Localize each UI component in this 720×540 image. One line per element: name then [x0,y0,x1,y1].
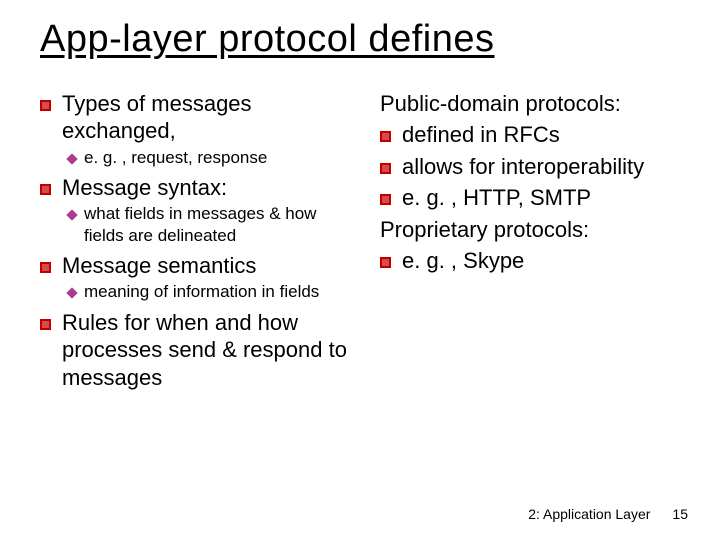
left-column: Types of messages exchanged, e. g. , req… [40,86,352,394]
list-item-text: defined in RFCs [402,121,692,149]
square-bullet-icon [40,90,62,145]
list-item-text: Message syntax: [62,174,352,202]
list-item: e. g. , HTTP, SMTP [380,184,692,212]
sublist-item-text: meaning of information in fields [84,281,352,302]
square-bullet-icon [380,247,402,275]
diamond-bullet-icon [66,203,84,246]
sublist-item-text: what fields in messages & how fields are… [84,203,352,246]
diamond-bullet-icon [66,281,84,302]
section-heading: Proprietary protocols: [380,216,692,244]
list-item-text: Rules for when and how processes send & … [62,309,352,392]
list-item-text: Types of messages exchanged, [62,90,352,145]
section-heading: Public-domain protocols: [380,90,692,118]
list-item-text: allows for interoperability [402,153,692,181]
square-bullet-icon [40,252,62,280]
slide-title: App-layer protocol defines [40,18,692,62]
right-column: Public-domain protocols: defined in RFCs… [380,86,692,394]
list-item-text: Message semantics [62,252,352,280]
sublist-item-text: e. g. , request, response [84,147,352,168]
square-bullet-icon [40,174,62,202]
list-item: Message semantics [40,252,352,280]
list-item: defined in RFCs [380,121,692,149]
sublist-item: e. g. , request, response [66,147,352,168]
diamond-bullet-icon [66,147,84,168]
list-item: Rules for when and how processes send & … [40,309,352,392]
content-columns: Types of messages exchanged, e. g. , req… [40,86,692,394]
list-item: e. g. , Skype [380,247,692,275]
square-bullet-icon [380,184,402,212]
footer-chapter: 2: Application Layer [528,506,650,522]
list-item-text: e. g. , HTTP, SMTP [402,184,692,212]
sublist-item: meaning of information in fields [66,281,352,302]
list-item: Types of messages exchanged, [40,90,352,145]
square-bullet-icon [380,121,402,149]
slide: App-layer protocol defines Types of mess… [0,0,720,540]
list-item: allows for interoperability [380,153,692,181]
sublist-item: what fields in messages & how fields are… [66,203,352,246]
list-item-text: e. g. , Skype [402,247,692,275]
square-bullet-icon [40,309,62,392]
footer-page-number: 15 [672,506,688,522]
list-item: Message syntax: [40,174,352,202]
slide-footer: 2: Application Layer 15 [528,506,688,522]
square-bullet-icon [380,153,402,181]
